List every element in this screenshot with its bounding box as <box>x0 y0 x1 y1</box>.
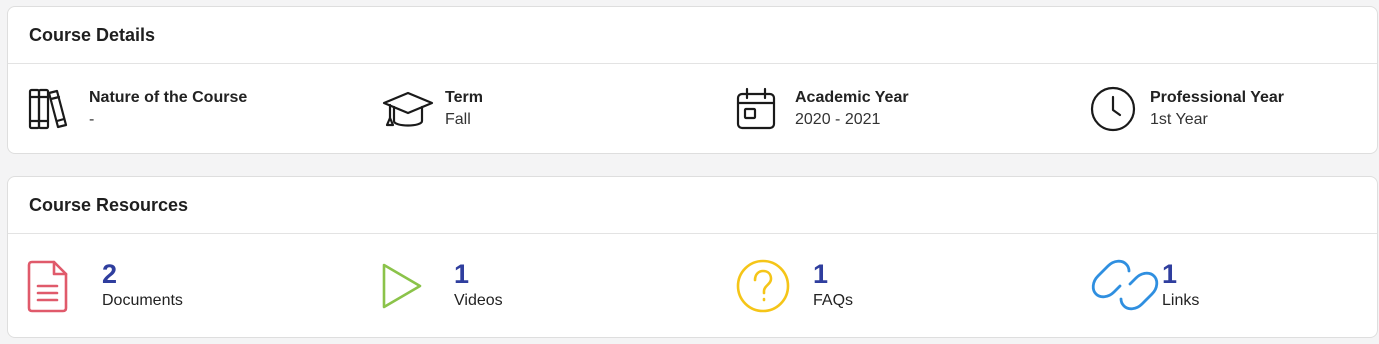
resource-documents[interactable]: 2 Documents <box>26 234 183 337</box>
resource-count: 1 <box>1162 259 1178 289</box>
course-details-title: Course Details <box>8 7 1377 64</box>
detail-professional-year: Professional Year 1st Year <box>1088 64 1284 153</box>
course-resources-title: Course Resources <box>8 177 1377 234</box>
document-icon <box>26 258 72 314</box>
clock-icon <box>1088 84 1138 134</box>
books-icon <box>27 85 75 133</box>
resource-label: Documents <box>102 292 183 309</box>
resource-label: Videos <box>454 292 503 309</box>
detail-label: Nature of the Course <box>89 88 248 106</box>
resource-label: FAQs <box>813 292 854 309</box>
detail-label: Term <box>445 88 483 106</box>
course-details-card: Course Details Nature of the Course - Te… <box>7 6 1378 154</box>
detail-value: - <box>89 110 95 128</box>
detail-label: Professional Year <box>1150 88 1284 106</box>
detail-value: 2020 - 2021 <box>795 110 881 128</box>
link-icon <box>1090 256 1160 316</box>
detail-nature-of-course: Nature of the Course - <box>27 64 247 153</box>
detail-label: Academic Year <box>795 88 909 106</box>
detail-academic-year: Academic Year 2020 - 2021 <box>733 64 909 153</box>
resource-videos[interactable]: 1 Videos <box>380 234 503 337</box>
resource-count: 2 <box>102 259 118 289</box>
play-icon <box>380 261 424 311</box>
graduation-cap-icon <box>382 85 434 133</box>
course-resources-body: 2 Documents 1 Videos 1 FAQs 1 Links <box>8 234 1377 337</box>
question-icon <box>735 258 791 314</box>
resource-label: Links <box>1162 292 1200 309</box>
detail-term: Term Fall <box>382 64 483 153</box>
detail-value: Fall <box>445 110 471 128</box>
course-resources-card: Course Resources 2 Documents 1 Videos 1 … <box>7 176 1378 338</box>
resource-faqs[interactable]: 1 FAQs <box>735 234 853 337</box>
resource-count: 1 <box>454 259 470 289</box>
course-details-body: Nature of the Course - Term Fall Academi… <box>8 64 1377 153</box>
detail-value: 1st Year <box>1150 110 1208 128</box>
resource-count: 1 <box>813 259 829 289</box>
resource-links[interactable]: 1 Links <box>1090 234 1199 337</box>
calendar-icon <box>733 85 781 133</box>
